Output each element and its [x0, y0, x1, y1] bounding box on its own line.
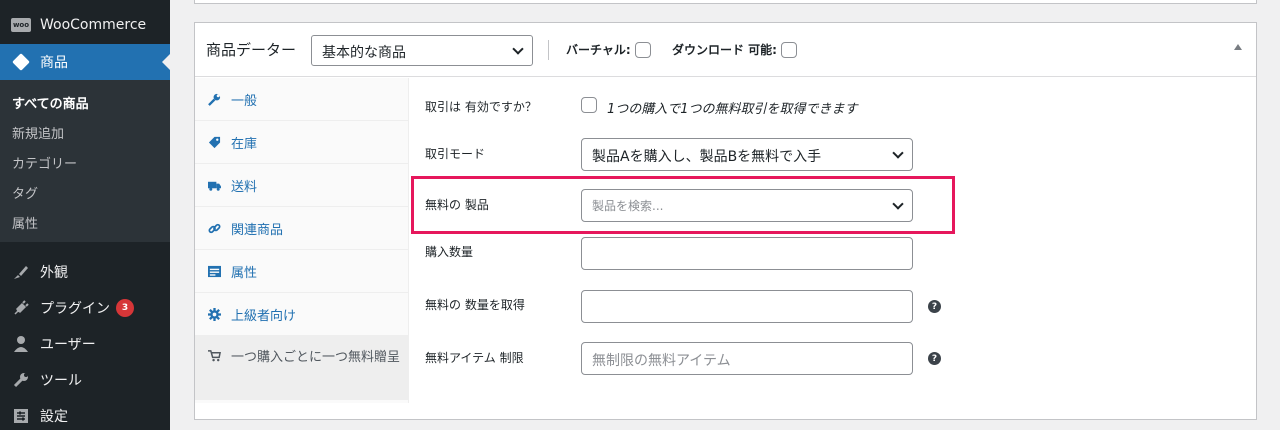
- product-data-box: 商品データー 基本的な商品 バーチャル: ダウンロード 可能: 一般 在庫 送料…: [194, 22, 1257, 420]
- menu-settings[interactable]: 設定: [0, 398, 170, 430]
- tab-advanced-label: 上級者向け: [231, 308, 297, 324]
- downloadable-checkbox[interactable]: [780, 41, 797, 58]
- purchase-quantity-label: 購入数量: [425, 245, 474, 259]
- submenu-tags[interactable]: タグ: [12, 183, 38, 202]
- menu-appearance-label: 外観: [40, 265, 68, 281]
- submenu-add-new[interactable]: 新規追加: [12, 123, 64, 142]
- chevron-down-icon: [512, 43, 524, 55]
- tab-general[interactable]: 一般: [195, 78, 409, 121]
- deal-mode-value: 製品Aを購入し、製品Bを無料で入手: [592, 149, 822, 165]
- product-type-select[interactable]: 基本的な商品: [311, 35, 533, 66]
- header-divider: [548, 40, 549, 60]
- collapse-toggle-icon[interactable]: [1234, 44, 1242, 50]
- paintbrush-icon: [10, 261, 32, 283]
- truck-icon: [207, 178, 221, 192]
- discount-enabled-description: 1つの購入で1つの無料取引を取得できます: [607, 102, 858, 117]
- tag-icon: [207, 135, 221, 149]
- current-menu-arrow: [162, 54, 170, 70]
- menu-users[interactable]: ユーザー: [0, 326, 170, 362]
- cube-icon: [10, 51, 32, 73]
- product-type-value: 基本的な商品: [322, 45, 406, 61]
- downloadable-label: ダウンロード 可能:: [672, 43, 777, 57]
- chevron-down-icon: [892, 147, 904, 159]
- main-content: 商品データー 基本的な商品 バーチャル: ダウンロード 可能: 一般 在庫 送料…: [170, 0, 1280, 430]
- menu-plugins-label: プラグイン: [40, 301, 110, 317]
- deal-mode-select[interactable]: 製品Aを購入し、製品Bを無料で入手: [581, 138, 913, 171]
- menu-woocommerce-label: WooCommerce: [40, 17, 147, 33]
- free-item-limit-input[interactable]: 無制限の無料アイテム: [581, 342, 913, 375]
- previous-box-edge: [194, 0, 1257, 4]
- menu-products-label: 商品: [40, 55, 68, 71]
- settings-icon: [10, 405, 32, 427]
- admin-sidebar: woo WooCommerce 商品 すべての商品 新規追加 カテゴリー タグ …: [0, 0, 170, 430]
- product-data-title: 商品データー: [206, 41, 297, 59]
- list-icon: [207, 264, 221, 278]
- menu-appearance[interactable]: 外観: [0, 254, 170, 290]
- tab-inventory[interactable]: 在庫: [195, 121, 409, 164]
- user-icon: [10, 333, 32, 355]
- plugin-icon: [10, 297, 32, 319]
- product-data-header: 商品データー 基本的な商品 バーチャル: ダウンロード 可能:: [195, 23, 1256, 77]
- free-item-limit-label: 無料アイテム 制限: [425, 351, 524, 365]
- discount-enabled-checkbox[interactable]: [581, 97, 597, 113]
- tab-advanced[interactable]: 上級者向け: [195, 293, 409, 336]
- link-icon: [207, 221, 221, 235]
- tab-shipping-label: 送料: [231, 179, 258, 195]
- tab-linked-products-label: 関連商品: [231, 222, 284, 238]
- deal-mode-label: 取引モード: [425, 147, 486, 161]
- virtual-checkbox[interactable]: [634, 41, 651, 58]
- wrench-icon: [10, 369, 32, 391]
- tab-linked-products[interactable]: 関連商品: [195, 207, 409, 250]
- menu-plugins[interactable]: プラグイン 3: [0, 290, 170, 326]
- products-submenu: すべての商品 新規追加 カテゴリー タグ 属性: [0, 80, 170, 242]
- free-quantity-label: 無料の 数量を取得: [425, 298, 525, 312]
- gear-icon: [207, 307, 221, 321]
- help-icon[interactable]: ?: [928, 352, 941, 365]
- tab-inventory-label: 在庫: [231, 136, 258, 152]
- menu-users-label: ユーザー: [40, 337, 96, 353]
- virtual-option[interactable]: バーチャル:: [566, 41, 651, 58]
- cart-icon: [207, 348, 221, 362]
- product-data-tabs: 一般 在庫 送料 関連商品 属性 上級者向け 一つ購入ごとに一つ無料贈呈: [195, 78, 409, 403]
- submenu-attributes[interactable]: 属性: [12, 213, 38, 232]
- help-icon[interactable]: ?: [928, 300, 941, 313]
- submenu-categories[interactable]: カテゴリー: [12, 153, 77, 172]
- wrench-icon: [207, 92, 221, 106]
- menu-tools-label: ツール: [40, 373, 82, 389]
- downloadable-option[interactable]: ダウンロード 可能:: [672, 41, 797, 58]
- menu-woocommerce[interactable]: woo WooCommerce: [0, 8, 170, 42]
- tab-bogo-deal[interactable]: 一つ購入ごとに一つ無料贈呈: [195, 336, 409, 400]
- discount-enabled-label: 取引は 有効ですか？: [425, 100, 537, 114]
- menu-settings-label: 設定: [40, 409, 68, 425]
- menu-tools[interactable]: ツール: [0, 362, 170, 398]
- tab-attributes[interactable]: 属性: [195, 250, 409, 293]
- woocommerce-icon: woo: [10, 14, 32, 36]
- free-item-limit-placeholder: 無制限の無料アイテム: [592, 353, 731, 369]
- virtual-label: バーチャル:: [566, 43, 631, 57]
- tab-attributes-label: 属性: [231, 265, 258, 281]
- tab-general-label: 一般: [231, 93, 258, 109]
- free-quantity-input[interactable]: [581, 290, 913, 323]
- tab-shipping[interactable]: 送料: [195, 164, 409, 207]
- submenu-all-products[interactable]: すべての商品: [12, 93, 89, 112]
- highlight-box: [411, 176, 955, 234]
- purchase-quantity-input[interactable]: [581, 237, 913, 270]
- menu-products[interactable]: 商品: [0, 44, 170, 80]
- tab-bogo-deal-label: 一つ購入ごとに一つ無料贈呈: [231, 350, 401, 365]
- plugins-update-badge: 3: [116, 299, 134, 317]
